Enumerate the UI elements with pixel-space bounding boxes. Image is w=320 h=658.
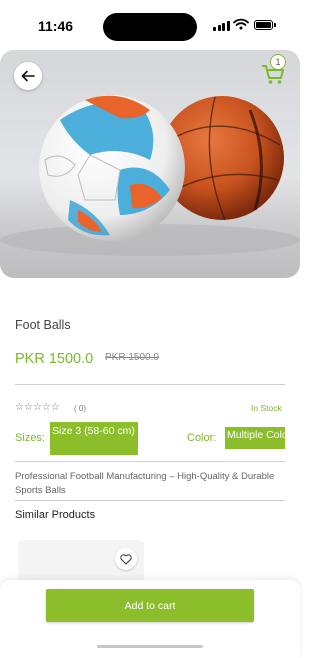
color-option[interactable]: Multiple Colors bbox=[225, 427, 285, 449]
battery-icon bbox=[254, 20, 273, 30]
cart-count-badge: 1 bbox=[270, 54, 286, 70]
status-time: 11:46 bbox=[38, 18, 74, 34]
heart-icon bbox=[120, 553, 132, 564]
signal-icon bbox=[213, 21, 230, 31]
add-to-cart-button[interactable]: Add to cart bbox=[46, 589, 254, 622]
sizes-label: Sizes: bbox=[15, 432, 45, 444]
product-price: PKR 1500.0 bbox=[15, 351, 94, 367]
dynamic-island bbox=[103, 13, 197, 41]
product-title: Foot Balls bbox=[15, 318, 71, 332]
divider bbox=[15, 384, 285, 385]
product-photo bbox=[0, 95, 300, 256]
product-old-price: PKR 1500.0 bbox=[105, 352, 159, 363]
size-option[interactable]: Size 3 (58-60 cm) bbox=[50, 422, 138, 455]
color-label: Color: bbox=[187, 432, 217, 444]
back-button[interactable] bbox=[14, 62, 42, 90]
arrow-left-icon bbox=[21, 70, 35, 82]
product-image bbox=[0, 50, 300, 278]
product-description: Professional Football Manufacturing – Hi… bbox=[15, 471, 275, 496]
divider bbox=[15, 461, 285, 462]
star-outline-icon: ☆ bbox=[32, 402, 42, 413]
rating-count: ( 0) bbox=[74, 404, 86, 413]
star-outline-icon: ☆ bbox=[50, 402, 60, 413]
star-outline-icon: ☆ bbox=[41, 402, 51, 413]
stock-status: In Stock bbox=[251, 403, 282, 413]
divider bbox=[15, 500, 285, 501]
rating-stars: ☆ ☆ ☆ ☆ ☆ bbox=[15, 402, 60, 414]
similar-products-title: Similar Products bbox=[15, 509, 96, 521]
wifi-icon bbox=[233, 18, 249, 30]
wishlist-button[interactable] bbox=[115, 548, 137, 570]
status-bar: 11:46 bbox=[0, 0, 300, 50]
star-outline-icon: ☆ bbox=[15, 402, 24, 413]
home-indicator bbox=[97, 645, 203, 648]
star-outline-icon: ☆ bbox=[23, 402, 33, 413]
